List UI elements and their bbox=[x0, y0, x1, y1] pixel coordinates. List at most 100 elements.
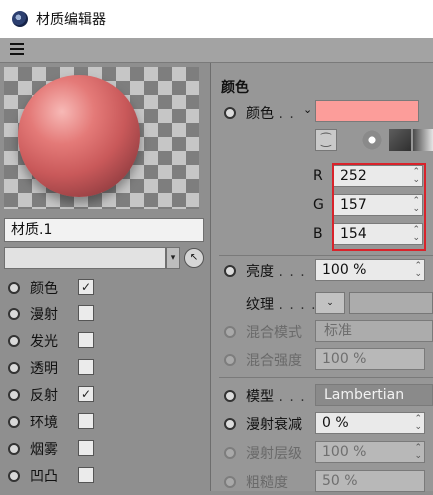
diffuse-level-field[interactable]: 100 % ⌃ ⌄ bbox=[315, 441, 425, 463]
channel-bump[interactable]: 凹凸 bbox=[0, 462, 210, 488]
channel-label: 反射 bbox=[30, 388, 58, 404]
menu-bar bbox=[0, 38, 433, 63]
separator bbox=[219, 377, 433, 378]
channel-label: 漫射 bbox=[30, 307, 58, 323]
texture-label: 纹理 . . . . bbox=[246, 297, 317, 313]
chevron-down-icon[interactable]: ⌄ bbox=[303, 103, 312, 116]
material-sphere bbox=[18, 75, 140, 197]
green-value-field[interactable]: 157 ⌃ ⌄ bbox=[333, 194, 423, 216]
texture-field[interactable] bbox=[349, 292, 433, 314]
mix-strength-row: 混合强度 100 % bbox=[211, 347, 433, 373]
spinner-icon[interactable]: ⌃ ⌄ bbox=[412, 226, 420, 243]
gradient-icon[interactable] bbox=[413, 129, 433, 151]
color-animate-icon[interactable] bbox=[224, 107, 236, 119]
model-animate-icon[interactable] bbox=[224, 390, 236, 402]
channel-r-label: R bbox=[313, 168, 323, 184]
mix-mode-animate-icon[interactable] bbox=[224, 326, 236, 338]
channel-radio-icon[interactable] bbox=[8, 282, 20, 294]
channel-checkbox[interactable] bbox=[78, 413, 94, 429]
channel-checkbox[interactable] bbox=[78, 359, 94, 375]
color-tool-row: ⁐ bbox=[315, 129, 433, 153]
diffuse-falloff-row: 漫射衰减 0 % ⌃ ⌄ bbox=[211, 411, 433, 437]
roughness-label: 粗糙度 bbox=[246, 475, 288, 491]
channel-luminance[interactable]: 发光 bbox=[0, 327, 210, 353]
channel-radio-icon[interactable] bbox=[8, 335, 20, 347]
channel-checkbox[interactable]: ✓ bbox=[78, 386, 94, 402]
mix-strength-animate-icon[interactable] bbox=[224, 354, 236, 366]
roughness-animate-icon[interactable] bbox=[224, 476, 236, 488]
spinner-icon[interactable]: ⌃ ⌄ bbox=[412, 197, 420, 214]
roughness-field[interactable]: 50 % bbox=[315, 470, 425, 492]
channel-environment[interactable]: 环境 bbox=[0, 408, 210, 434]
channel-radio-icon[interactable] bbox=[8, 416, 20, 428]
pick-cursor-icon[interactable]: ↖ bbox=[184, 248, 204, 268]
channel-radio-icon[interactable] bbox=[8, 470, 20, 482]
spectrum-icon[interactable]: ⁐ bbox=[315, 129, 337, 151]
channel-radio-icon[interactable] bbox=[8, 308, 20, 320]
channel-radio-icon[interactable] bbox=[8, 443, 20, 455]
diffuse-falloff-field[interactable]: 0 % ⌃ ⌄ bbox=[315, 412, 425, 434]
link-dropdown-button[interactable]: ▾ bbox=[166, 247, 180, 269]
diffuse-level-animate-icon[interactable] bbox=[224, 447, 236, 459]
link-row: ▾ ↖ bbox=[4, 247, 206, 269]
cinema4d-icon bbox=[12, 11, 28, 27]
brightness-label: 亮度 . . . bbox=[246, 264, 306, 280]
channel-label: 环境 bbox=[30, 415, 58, 431]
spinner-icon[interactable]: ⌃ ⌄ bbox=[414, 444, 422, 461]
channel-g-label: G bbox=[313, 197, 324, 213]
channel-transparency[interactable]: 透明 bbox=[0, 354, 210, 380]
channel-label: 透明 bbox=[30, 361, 58, 377]
model-select[interactable]: Lambertian bbox=[315, 384, 433, 406]
channel-label: 颜色 bbox=[30, 281, 58, 297]
channel-checkbox[interactable] bbox=[78, 305, 94, 321]
hamburger-menu-icon[interactable] bbox=[10, 43, 24, 55]
channel-checkbox[interactable] bbox=[78, 332, 94, 348]
mix-mode-select[interactable]: 标准 bbox=[315, 320, 433, 342]
brightness-value-field[interactable]: 100 % ⌃ ⌄ bbox=[315, 259, 425, 281]
brightness-animate-icon[interactable] bbox=[224, 265, 236, 277]
material-preview[interactable] bbox=[4, 67, 199, 209]
link-field[interactable] bbox=[4, 247, 166, 269]
diffuse-falloff-animate-icon[interactable] bbox=[224, 418, 236, 430]
channel-label: 发光 bbox=[30, 334, 58, 350]
channel-reflectance[interactable]: 反射 ✓ bbox=[0, 381, 210, 407]
channel-checkbox[interactable] bbox=[78, 467, 94, 483]
left-panel: 材质.1 ▾ ↖ 颜色 ✓ 漫射 发光 透明 反射 ✓ 环境 烟雾 凹凸 bbox=[0, 63, 210, 491]
model-label: 模型 . . . bbox=[246, 389, 306, 405]
color-swatch[interactable] bbox=[315, 100, 419, 122]
texture-dropdown-button[interactable]: ⌄ bbox=[315, 292, 345, 314]
channel-fog[interactable]: 烟雾 bbox=[0, 435, 210, 461]
mix-strength-label: 混合强度 bbox=[246, 353, 302, 369]
spinner-icon[interactable]: ⌃ ⌄ bbox=[412, 168, 420, 185]
separator bbox=[219, 255, 433, 256]
window-title: 材质编辑器 bbox=[36, 12, 106, 28]
red-value-field[interactable]: 252 ⌃ ⌄ bbox=[333, 165, 423, 187]
blue-value-field[interactable]: 154 ⌃ ⌄ bbox=[333, 223, 423, 245]
spinner-icon[interactable]: ⌃ ⌄ bbox=[414, 415, 422, 432]
rgb-row-r: R 252 ⌃ ⌄ bbox=[307, 164, 433, 190]
color-wheel-icon[interactable] bbox=[361, 129, 383, 151]
diffuse-falloff-label: 漫射衰减 bbox=[246, 417, 302, 433]
channel-b-label: B bbox=[313, 226, 323, 242]
rgb-row-g: G 157 ⌃ ⌄ bbox=[307, 193, 433, 219]
spinner-icon[interactable]: ⌃ ⌄ bbox=[414, 262, 422, 279]
channel-checkbox[interactable] bbox=[78, 440, 94, 456]
color-picker-square-icon[interactable] bbox=[389, 129, 411, 151]
diffuse-level-label: 漫射层级 bbox=[246, 446, 302, 462]
channel-diffusion[interactable]: 漫射 bbox=[0, 300, 210, 326]
channel-radio-icon[interactable] bbox=[8, 362, 20, 374]
mix-strength-field[interactable]: 100 % bbox=[315, 348, 425, 370]
material-name-field[interactable]: 材质.1 bbox=[4, 218, 204, 242]
channel-color[interactable]: 颜色 ✓ bbox=[0, 274, 210, 300]
color-label: 颜色 . . bbox=[246, 106, 295, 122]
roughness-row: 粗糙度 50 % bbox=[211, 469, 433, 495]
model-row: 模型 . . . Lambertian bbox=[211, 383, 433, 409]
title-bar: 材质编辑器 bbox=[0, 0, 433, 38]
channel-label: 凹凸 bbox=[30, 469, 58, 485]
rgb-row-b: B 154 ⌃ ⌄ bbox=[307, 222, 433, 248]
mix-mode-label: 混合模式 bbox=[246, 325, 302, 341]
diffuse-level-row: 漫射层级 100 % ⌃ ⌄ bbox=[211, 440, 433, 466]
channel-checkbox[interactable]: ✓ bbox=[78, 279, 94, 295]
section-title: 颜色 bbox=[221, 80, 249, 96]
channel-radio-icon[interactable] bbox=[8, 389, 20, 401]
